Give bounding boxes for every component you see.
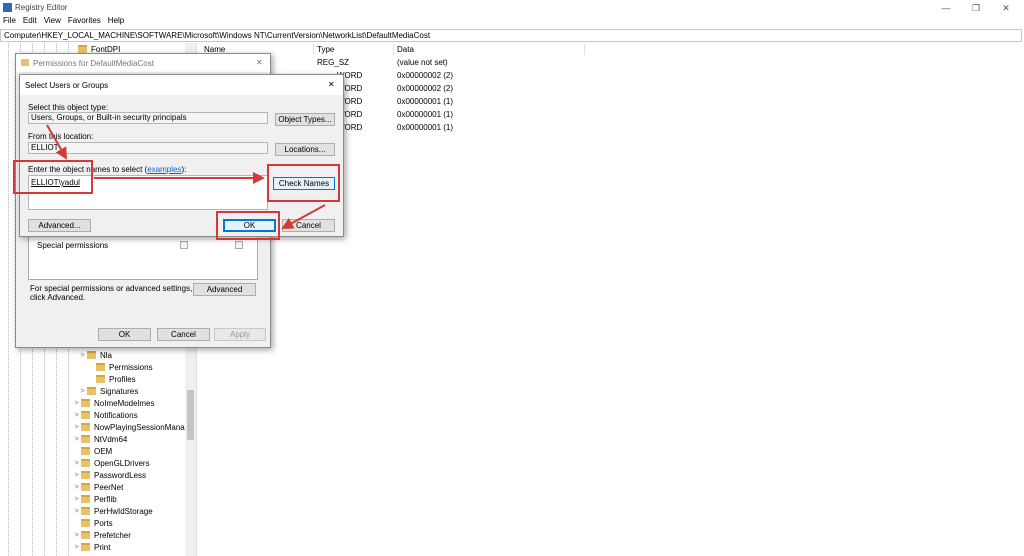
arrow-to-names	[46, 124, 67, 160]
arrow-to-ok	[281, 204, 326, 229]
annotation-arrows	[46, 124, 326, 229]
